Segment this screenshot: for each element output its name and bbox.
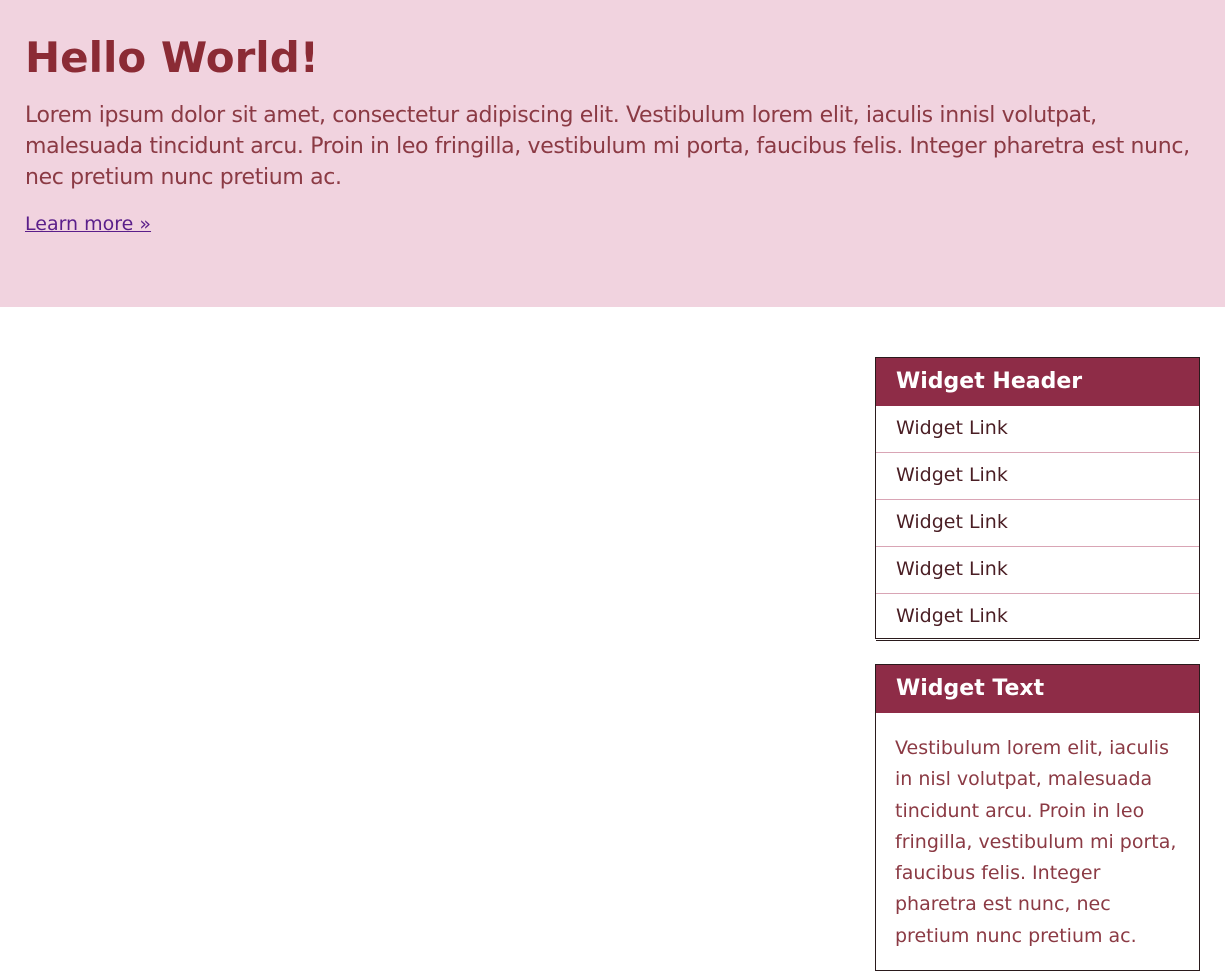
page-title: Hello World! (25, 33, 319, 82)
widget-text-body: Vestibulum lorem elit, iaculis in nisl v… (895, 737, 1177, 947)
widget-link[interactable]: Widget Link (876, 547, 1199, 594)
widget-links-panel: Widget Header Widget Link Widget Link Wi… (875, 357, 1200, 641)
widget-link[interactable]: Widget Link (876, 594, 1199, 641)
widget-text-header: Widget Text (876, 665, 1199, 713)
widget-link[interactable]: Widget Link (876, 500, 1199, 547)
widget-link-list: Widget Link Widget Link Widget Link Widg… (876, 406, 1199, 641)
learn-more-link[interactable]: Learn more » (25, 211, 151, 237)
widget-header: Widget Header (876, 358, 1199, 406)
widget-link[interactable]: Widget Link (876, 453, 1199, 500)
widget-link[interactable]: Widget Link (876, 406, 1199, 453)
hero-description: Lorem ipsum dolor sit amet, consectetur … (25, 103, 1190, 190)
widget-text-panel: Widget Text Vestibulum lorem elit, iacul… (875, 664, 1200, 971)
hero-section: Hello World! Lorem ipsum dolor sit amet,… (0, 0, 1225, 307)
